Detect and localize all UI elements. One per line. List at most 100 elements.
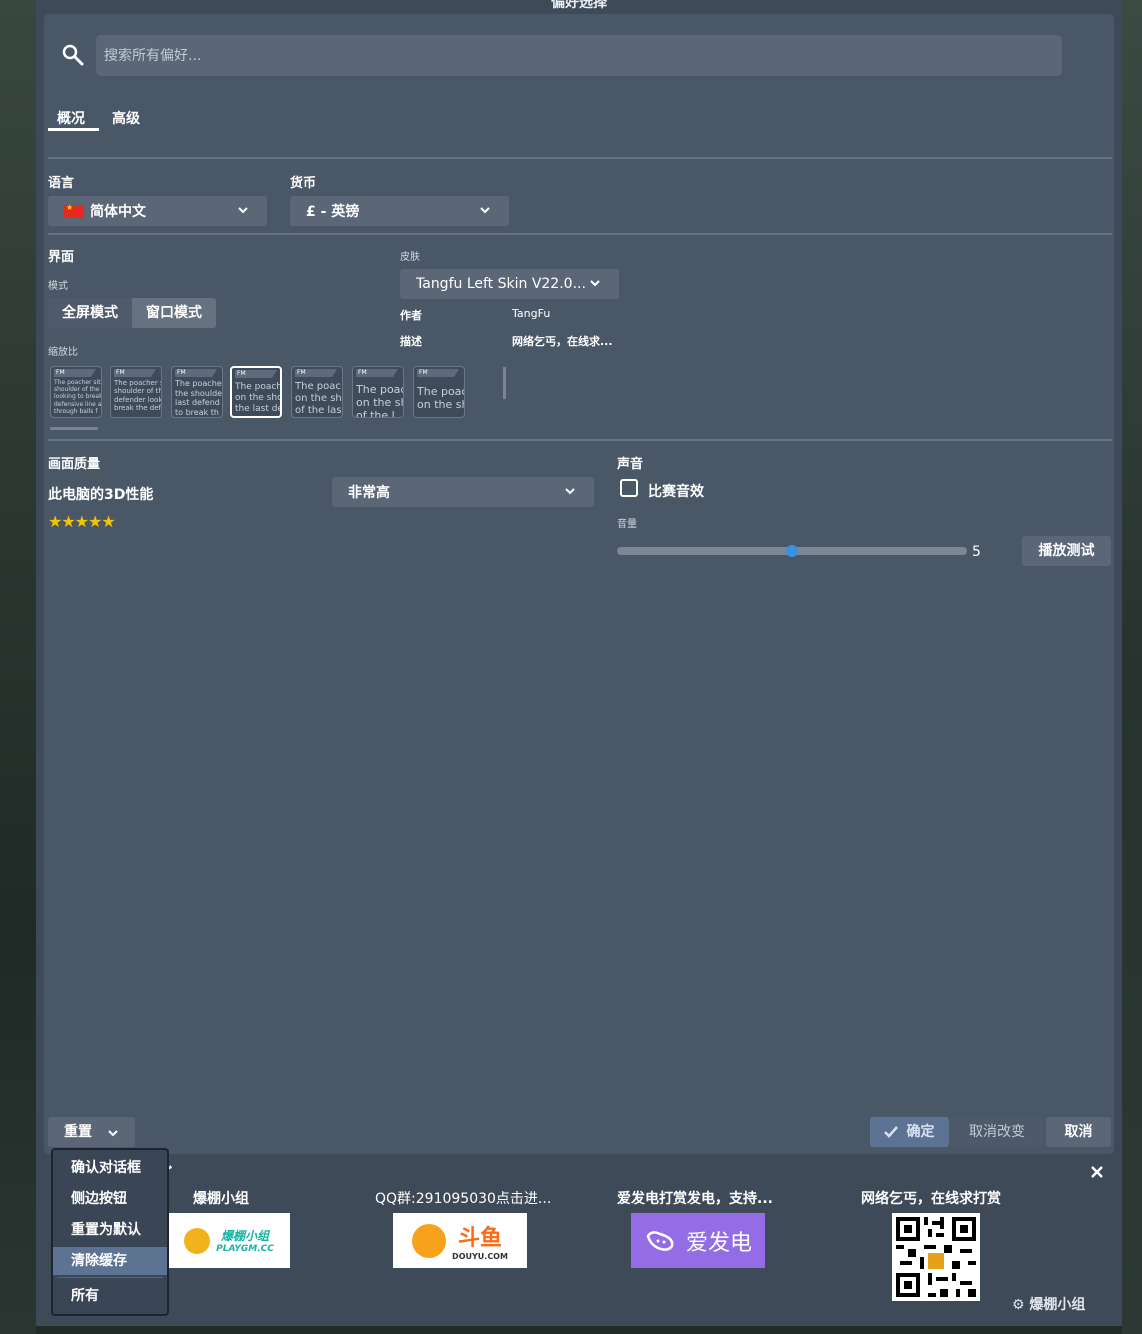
qr-code-icon: [896, 1217, 976, 1297]
scale-preview-text: The poacher s shoulder of th defender lo…: [114, 379, 161, 413]
menu-item-all[interactable]: 所有: [53, 1282, 167, 1310]
scale-option-1[interactable]: FM The poacher sits shoulder of the l lo…: [50, 366, 102, 418]
mode-toggle: 全屏模式 窗口模式: [48, 298, 216, 328]
scale-option-6[interactable]: FM The poac on the sh of the l: [352, 366, 404, 418]
performance-stars: ★★★★★: [48, 512, 116, 531]
sponsor-heading-fragment: ﾞ: [168, 1166, 175, 1182]
reset-menu: 确认对话框 侧边按钮 重置为默认 清除缓存 所有: [51, 1148, 169, 1316]
divider: [48, 439, 1112, 441]
scale-option-2[interactable]: FM The poacher s shoulder of th defender…: [110, 366, 162, 418]
afdian-logo-text: 爱发电: [685, 1230, 752, 1256]
fm-badge: FM: [235, 370, 277, 378]
volume-value: 5: [972, 544, 981, 560]
menu-item-confirm-dialogs[interactable]: 确认对话框: [53, 1154, 167, 1182]
douyu-logo[interactable]: 斗鱼 DOUYU.COM: [393, 1213, 527, 1268]
ok-button[interactable]: 确定: [870, 1117, 949, 1147]
scale-option-3[interactable]: FM The poache the shoulde last defend to…: [171, 366, 223, 418]
fm-badge: FM: [114, 369, 156, 377]
fm-badge: FM: [295, 369, 337, 377]
scale-preview-text: The poache the shoulde last defend to br…: [175, 379, 222, 417]
douyu-fish-icon: [412, 1223, 447, 1258]
fm-badge: FM: [175, 369, 217, 377]
dialog-title: 偏好选择: [551, 0, 607, 11]
menu-separator: [57, 1277, 163, 1278]
perf-label: 此电脑的3D性能: [48, 487, 154, 503]
douyu-logo-sub: DOUYU.COM: [452, 1252, 508, 1261]
skin-author: TangFu: [512, 307, 551, 320]
baopeng-logo-text: 爆棚小组: [220, 1229, 269, 1243]
windowed-mode-button[interactable]: 窗口模式: [132, 298, 216, 328]
match-sfx-label: 比赛音效: [648, 484, 704, 500]
skin-desc: 网络乞丐，在线求...: [512, 335, 613, 348]
scale-option-4[interactable]: FM The poach on the sho the last de: [230, 366, 282, 418]
afdian-icon: [646, 1230, 674, 1251]
check-icon: [884, 1126, 898, 1138]
reset-button[interactable]: 重置: [48, 1117, 135, 1147]
ok-label: 确定: [906, 1124, 935, 1140]
sponsor-title-qq: QQ群:291095030点击进...: [375, 1191, 552, 1207]
skin-value: Tangfu Left Skin V22.0...: [416, 276, 586, 292]
chevron-down-icon: [238, 207, 248, 214]
playgm-watermark-logo: ⚙ 爆棚小组: [1012, 1297, 1086, 1313]
currency-value: £ - 英镑: [306, 204, 360, 220]
menu-item-clear-cache[interactable]: 清除缓存: [53, 1247, 167, 1275]
fullscreen-mode-button[interactable]: 全屏模式: [48, 298, 132, 328]
scale-label: 缩放比: [48, 347, 78, 358]
play-test-button[interactable]: 播放测试: [1022, 536, 1111, 566]
divider: [48, 233, 1112, 235]
chevron-down-icon: [565, 488, 575, 495]
language-value: 简体中文: [90, 204, 146, 220]
afdian-logo[interactable]: 爱发电: [631, 1213, 765, 1268]
graphics-label: 画面质量: [48, 457, 101, 472]
scale-preview-text: The poac on the sh: [417, 385, 464, 412]
skin-label: 皮肤: [400, 252, 420, 263]
sponsor-title-afdian: 爱发电打赏发电，支持...: [617, 1191, 773, 1207]
volume-label: 音量: [617, 519, 637, 530]
skin-desc-label: 描述: [400, 335, 422, 348]
sponsor-title-baopeng: 爆棚小组: [193, 1191, 249, 1207]
scale-preview-text: The poach on the sho the last de: [235, 382, 282, 414]
chevron-down-icon: [108, 1130, 118, 1137]
sponsor-title-donate: 网络乞丐，在线求打赏: [861, 1191, 1001, 1207]
close-icon[interactable]: [1090, 1165, 1104, 1179]
douyu-logo-text: 斗鱼: [457, 1226, 502, 1251]
scale-scrollbar[interactable]: [503, 367, 506, 399]
language-dropdown[interactable]: 简体中文: [48, 196, 267, 226]
tab-advanced[interactable]: 高级: [112, 108, 140, 128]
horizontal-scrollbar[interactable]: [50, 427, 98, 430]
currency-dropdown[interactable]: £ - 英镑: [290, 196, 509, 226]
cancel-button[interactable]: 取消: [1046, 1117, 1111, 1147]
background-right: [1122, 0, 1142, 1334]
donate-qr-code[interactable]: [892, 1213, 980, 1301]
preferences-panel: [44, 14, 1114, 1154]
baopeng-logo[interactable]: 爆棚小组 PLAYGM.CC: [168, 1213, 290, 1268]
scale-preview-text: The poac on the sh of the las: [295, 381, 342, 416]
discard-changes-button[interactable]: 取消改变: [950, 1117, 1044, 1147]
background-left: [0, 0, 36, 1334]
fm-badge: FM: [356, 369, 398, 377]
baopeng-logo-sub: PLAYGM.CC: [216, 1244, 274, 1254]
quality-value: 非常高: [348, 485, 390, 501]
language-label: 语言: [48, 176, 75, 191]
baopeng-mascot-icon: [184, 1227, 211, 1254]
currency-label: 货币: [290, 176, 317, 191]
reset-label: 重置: [64, 1124, 92, 1140]
scale-option-5[interactable]: FM The poac on the sh of the las: [291, 366, 343, 418]
scale-preview-text: The poacher sits shoulder of the l looki…: [54, 379, 101, 415]
menu-item-side-buttons[interactable]: 侧边按钮: [53, 1185, 167, 1213]
skin-dropdown[interactable]: Tangfu Left Skin V22.0...: [400, 269, 619, 299]
match-sfx-checkbox[interactable]: [620, 479, 638, 497]
tab-overview[interactable]: 概况: [57, 108, 85, 128]
volume-slider-handle[interactable]: [786, 545, 798, 557]
quality-dropdown[interactable]: 非常高: [332, 477, 594, 507]
search-icon: [62, 44, 84, 66]
scale-option-7[interactable]: FM The poac on the sh: [413, 366, 465, 418]
search-input[interactable]: [96, 35, 1062, 76]
menu-item-reset-default[interactable]: 重置为默认: [53, 1216, 167, 1244]
interface-label: 界面: [48, 250, 75, 265]
sound-label: 声音: [617, 457, 644, 472]
skin-author-label: 作者: [400, 309, 422, 322]
divider: [48, 157, 1112, 159]
active-tab-indicator: [48, 128, 99, 131]
scale-preview-text: The poac on the sh of the l: [356, 383, 403, 418]
